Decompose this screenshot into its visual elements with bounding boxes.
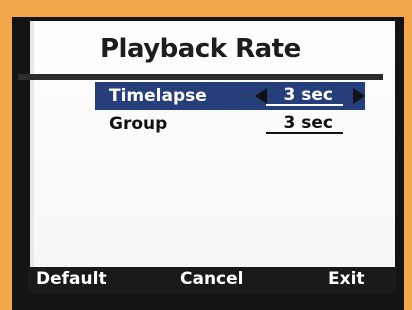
default-softkey[interactable]: Default	[36, 269, 107, 289]
row-group[interactable]: Group 3 sec	[95, 110, 365, 138]
softkey-bar: Default Cancel Exit	[28, 267, 396, 293]
title-divider	[18, 74, 383, 80]
page-title: Playback Rate	[100, 34, 301, 64]
exit-softkey[interactable]: Exit	[328, 269, 365, 289]
group-value[interactable]: 3 sec	[265, 114, 343, 134]
cancel-softkey[interactable]: Cancel	[180, 269, 243, 289]
timelapse-value[interactable]: 3 sec	[265, 86, 343, 106]
screen-edge-strip	[30, 21, 34, 267]
row-timelapse[interactable]: Timelapse 3 sec	[95, 82, 365, 110]
right-arrow-icon[interactable]	[353, 88, 365, 104]
row-label-timelapse: Timelapse	[109, 86, 207, 106]
settings-list: Timelapse 3 sec Group 3 sec	[95, 82, 365, 138]
row-label-group: Group	[109, 114, 168, 134]
